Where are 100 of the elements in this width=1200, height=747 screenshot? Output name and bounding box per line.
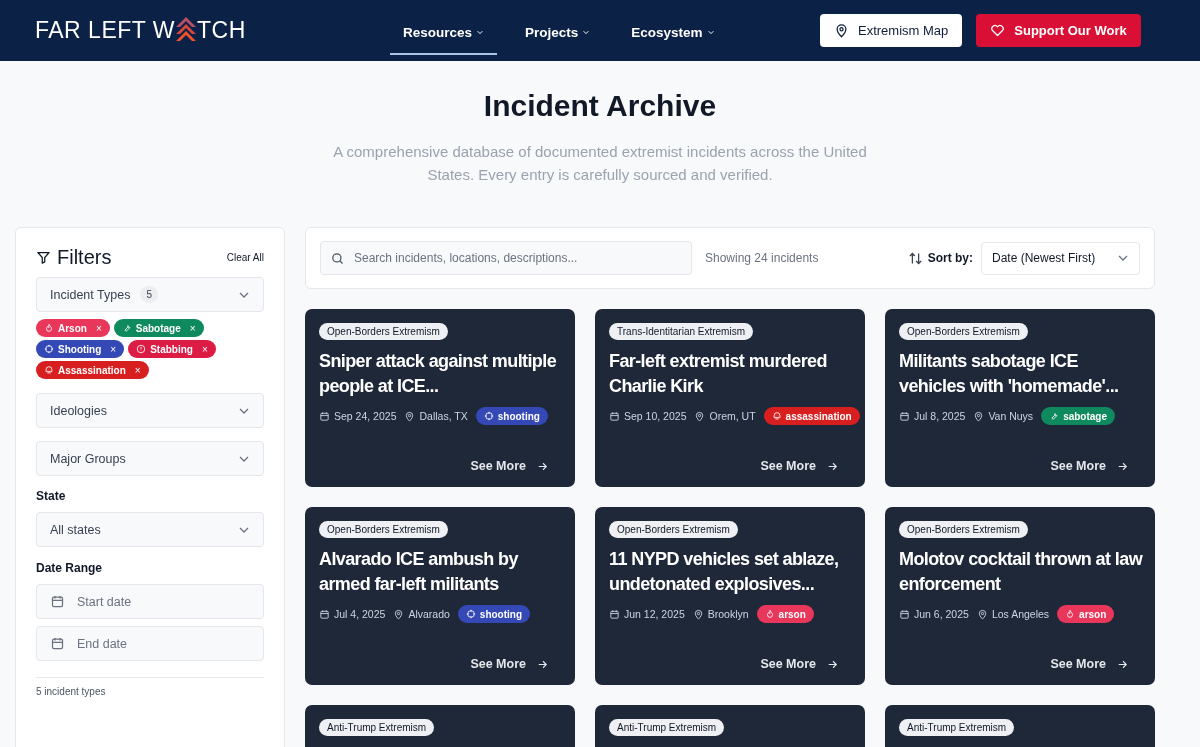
incident-card[interactable]: Anti-Trump Extremism (885, 705, 1155, 747)
ideology-badge: Open-Borders Extremism (319, 323, 448, 340)
result-count: Showing 24 incidents (705, 251, 819, 265)
ideology-badge: Anti-Trump Extremism (609, 719, 725, 736)
incident-type-tag: shooting (475, 407, 548, 425)
incident-card[interactable]: Open-Borders Extremism Alvarado ICE ambush by armed far-left militants Jul 4, 2025 Alvarado shooting See More (305, 507, 575, 685)
calendar-icon (319, 410, 330, 422)
chevron-down-icon (476, 28, 485, 36)
date-field[interactable]: Start date (36, 584, 264, 619)
chevron-down-icon (582, 28, 591, 36)
see-more-link[interactable]: See More (470, 459, 549, 473)
helmet-icon (771, 411, 782, 421)
card-title: Militants sabotage ICE vehicles with 'homemade'... (899, 350, 1120, 398)
card-title: Far-left extremist murdered Charlie Kirk (609, 350, 828, 398)
filter-tag[interactable]: Sabotage × (113, 319, 204, 337)
card-title: Sniper attack against multiple people at ICE... (319, 350, 558, 398)
filter-tag[interactable]: Stabbing × (128, 340, 216, 358)
incident-type-tag: shooting (457, 605, 531, 623)
incident-card[interactable]: Open-Borders Extremism Sniper attack against multiple people at ICE... Sep 24, 2025 Dallas, TX shooting See More (305, 309, 575, 487)
calendar-icon (899, 608, 910, 620)
filter-tag[interactable]: Assassination × (36, 361, 149, 379)
nav-link[interactable]: Resources (390, 6, 498, 55)
count-badge: 5 (140, 286, 158, 303)
ideology-badge: Open-Borders Extremism (899, 323, 1028, 340)
incident-card[interactable]: Open-Borders Extremism Militants sabotage ICE vehicles with 'homemade'... Jul 8, 2025 Van Nuys sabotage See More (885, 309, 1155, 487)
incident-type-tag: assassination (763, 407, 860, 425)
incident-card[interactable]: Open-Borders Extremism 11 NYPD vehicles set ablaze, undetonated explosives... Jun 12, 2025 Brooklyn arson See More (595, 507, 865, 685)
wrench-icon (121, 323, 132, 333)
sort-icon (907, 250, 923, 266)
calendar-icon (319, 608, 330, 620)
incident-location: Orem, UT (709, 410, 756, 422)
nav-link[interactable]: Ecosystem (618, 6, 728, 55)
filter-summary: 5 incident types (36, 686, 106, 697)
map-button[interactable]: Extremism Map (820, 14, 963, 47)
see-more-link[interactable]: See More (760, 459, 839, 473)
ideology-badge: Open-Borders Extremism (319, 521, 448, 538)
incident-card[interactable]: Anti-Trump Extremism (595, 705, 865, 747)
calendar-icon (899, 410, 910, 422)
see-more-link[interactable]: See More (1050, 459, 1129, 473)
chevron-logo-icon (176, 17, 197, 41)
calendar-icon (50, 594, 65, 609)
helmet-icon (44, 365, 54, 375)
incident-date: Jun 12, 2025 (624, 608, 685, 620)
incident-card[interactable]: Anti-Trump Extremism (305, 705, 575, 747)
page-subtitle: A comprehensive database of documented extremist incidents across the United States. Every entry is carefully sourced and verified. (332, 142, 868, 185)
logo-text[interactable]: TCH (197, 17, 246, 44)
location-pin-icon (692, 608, 704, 620)
flame-icon (44, 323, 54, 333)
logo-text[interactable]: FAR LEFT W (35, 17, 176, 44)
crosshair-icon (44, 344, 54, 354)
incident-date: Jul 8, 2025 (914, 410, 966, 422)
date-field[interactable]: End date (36, 626, 264, 661)
incident-card[interactable]: Trans-Identitarian Extremism Far-left extremist murdered Charlie Kirk Sep 10, 2025 Orem, UT assassination See More (595, 309, 865, 487)
calendar-icon (50, 636, 65, 651)
see-more-link[interactable]: See More (470, 657, 549, 671)
location-pin-icon (694, 410, 706, 422)
nav-link[interactable]: Projects (512, 6, 604, 55)
state-select[interactable]: All states (36, 512, 264, 547)
search-field[interactable]: Search incidents, locations, descriptions... (320, 241, 692, 275)
card-title: 11 NYPD vehicles set ablaze, undetonated explosives... (609, 548, 840, 596)
support-button[interactable]: Support Our Work (976, 14, 1141, 47)
incident-location: Los Angeles (991, 608, 1050, 620)
chevron-down-icon (706, 28, 715, 36)
filter-tag[interactable]: Arson × (36, 319, 110, 337)
incident-date: Jun 6, 2025 (914, 608, 969, 620)
ideology-badge: Anti-Trump Extremism (899, 719, 1015, 736)
calendar-icon (609, 410, 620, 422)
heart-icon (990, 23, 1006, 38)
sort-select[interactable]: Date (Newest First) (981, 241, 1140, 275)
ideology-badge: Open-Borders Extremism (899, 521, 1028, 538)
incident-location: Dallas, TX (419, 410, 468, 422)
see-more-link[interactable]: See More (1050, 657, 1129, 671)
sort-label: Sort by: (927, 251, 973, 265)
page-title: Incident Archive (482, 89, 718, 123)
see-more-link[interactable]: See More (760, 657, 839, 671)
incident-location: Alvarado (408, 608, 450, 620)
clear-all-button[interactable]: Clear All (226, 252, 264, 263)
ideology-badge: Open-Borders Extremism (609, 521, 738, 538)
filter-icon (36, 250, 51, 265)
ideology-badge: Trans-Identitarian Extremism (609, 323, 753, 340)
ideology-badge: Anti-Trump Extremism (319, 719, 435, 736)
incident-location: Brooklyn (707, 608, 749, 620)
location-pin-icon (404, 410, 416, 422)
search-icon (330, 251, 345, 266)
filter-dropdown[interactable]: Major Groups (36, 441, 264, 476)
incident-card[interactable]: Open-Borders Extremism Molotov cocktail thrown at law enforcement Jun 6, 2025 Los Angeles arson See More (885, 507, 1155, 685)
flame-icon (1065, 609, 1076, 619)
location-pin-icon (834, 23, 849, 38)
section-label: State (36, 489, 67, 503)
incident-date: Sep 10, 2025 (624, 410, 687, 422)
incident-type-tag: arson (1057, 605, 1115, 623)
location-pin-icon (976, 608, 988, 620)
filter-dropdown[interactable]: Ideologies (36, 393, 264, 428)
calendar-icon (609, 608, 620, 620)
section-label: Date Range (36, 561, 104, 575)
flame-icon (764, 609, 775, 619)
incident-types-dropdown[interactable]: Incident Types 5 (36, 277, 264, 312)
filter-tag[interactable]: Shooting × (36, 340, 125, 358)
incident-date: Jul 4, 2025 (334, 608, 386, 620)
filters-title: Filters (57, 246, 112, 269)
